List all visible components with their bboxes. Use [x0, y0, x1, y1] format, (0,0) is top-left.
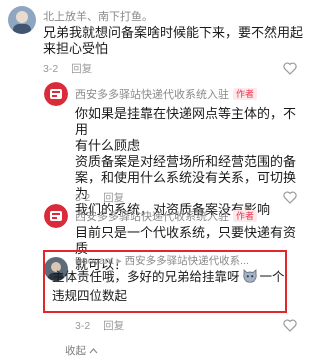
- reply-button[interactable]: 回复: [103, 192, 124, 204]
- collapse-label: 收起: [65, 345, 86, 357]
- comment-text: 主体责任哦，多好的兄弟给挂靠呀 一个 违规四位数起: [52, 269, 285, 304]
- brand-avatar: [44, 204, 68, 228]
- author-name[interactable]: 西安多多驿站快递代收系统入驻: [75, 89, 229, 101]
- chevron-up-icon: [89, 346, 98, 358]
- comment-line: 你如果是挂靠在快递网点等主体的，不用: [75, 106, 297, 137]
- avatar[interactable]: [8, 6, 36, 34]
- author-badge: 作者: [233, 210, 258, 222]
- comment-date: 3-2: [43, 63, 59, 75]
- cat-emoji-icon: [242, 269, 258, 288]
- comment-line: 违规四位数起: [52, 289, 128, 303]
- comment-username[interactable]: 北上放羊、南下打鱼。: [43, 8, 153, 24]
- comment-meta: 3-2 回复: [75, 318, 124, 333]
- reply-button[interactable]: 回复: [103, 320, 124, 332]
- comment-username: 西安多多驿站快递代收系统入驻 作者: [75, 86, 258, 102]
- heart-icon[interactable]: [283, 191, 297, 204]
- heart-icon[interactable]: [283, 62, 297, 75]
- user-avatar: [8, 6, 36, 34]
- avatar[interactable]: [44, 82, 68, 106]
- comment-meta: 3-2 回复: [75, 190, 124, 205]
- comment-line: 一个: [259, 270, 285, 284]
- comment-text: 兄弟我就想问备案啥时候能下来，要不然用起 来担心受怕: [43, 25, 303, 57]
- reply-button[interactable]: 回复: [71, 63, 92, 75]
- comment-line: 来担心受怕: [43, 41, 109, 56]
- comment-username: 西安多多驿站快递代收系统入驻 作者: [75, 208, 258, 224]
- author-name[interactable]: 西安多多驿站快递代收系统入驻: [75, 211, 229, 223]
- comment-line: 兄弟我就想问备案啥时候能下来，要不然用起: [43, 25, 304, 40]
- comment-line: 有什么顾虑: [75, 138, 141, 153]
- comment-date: 3-2: [75, 192, 91, 204]
- comment-line: 主体责任哦，多好的兄弟给挂靠呀: [52, 270, 240, 284]
- author-badge: 作者: [233, 88, 258, 100]
- brand-avatar: [44, 82, 68, 106]
- collapse-button[interactable]: 收起: [65, 343, 98, 358]
- comment-line: 资质备案是对经营场所和经营范围的备: [75, 154, 297, 169]
- comment-date: 3-2: [75, 320, 91, 332]
- avatar[interactable]: [44, 204, 68, 228]
- heart-icon[interactable]: [283, 319, 297, 332]
- comment-meta: 3-2 回复: [43, 61, 92, 76]
